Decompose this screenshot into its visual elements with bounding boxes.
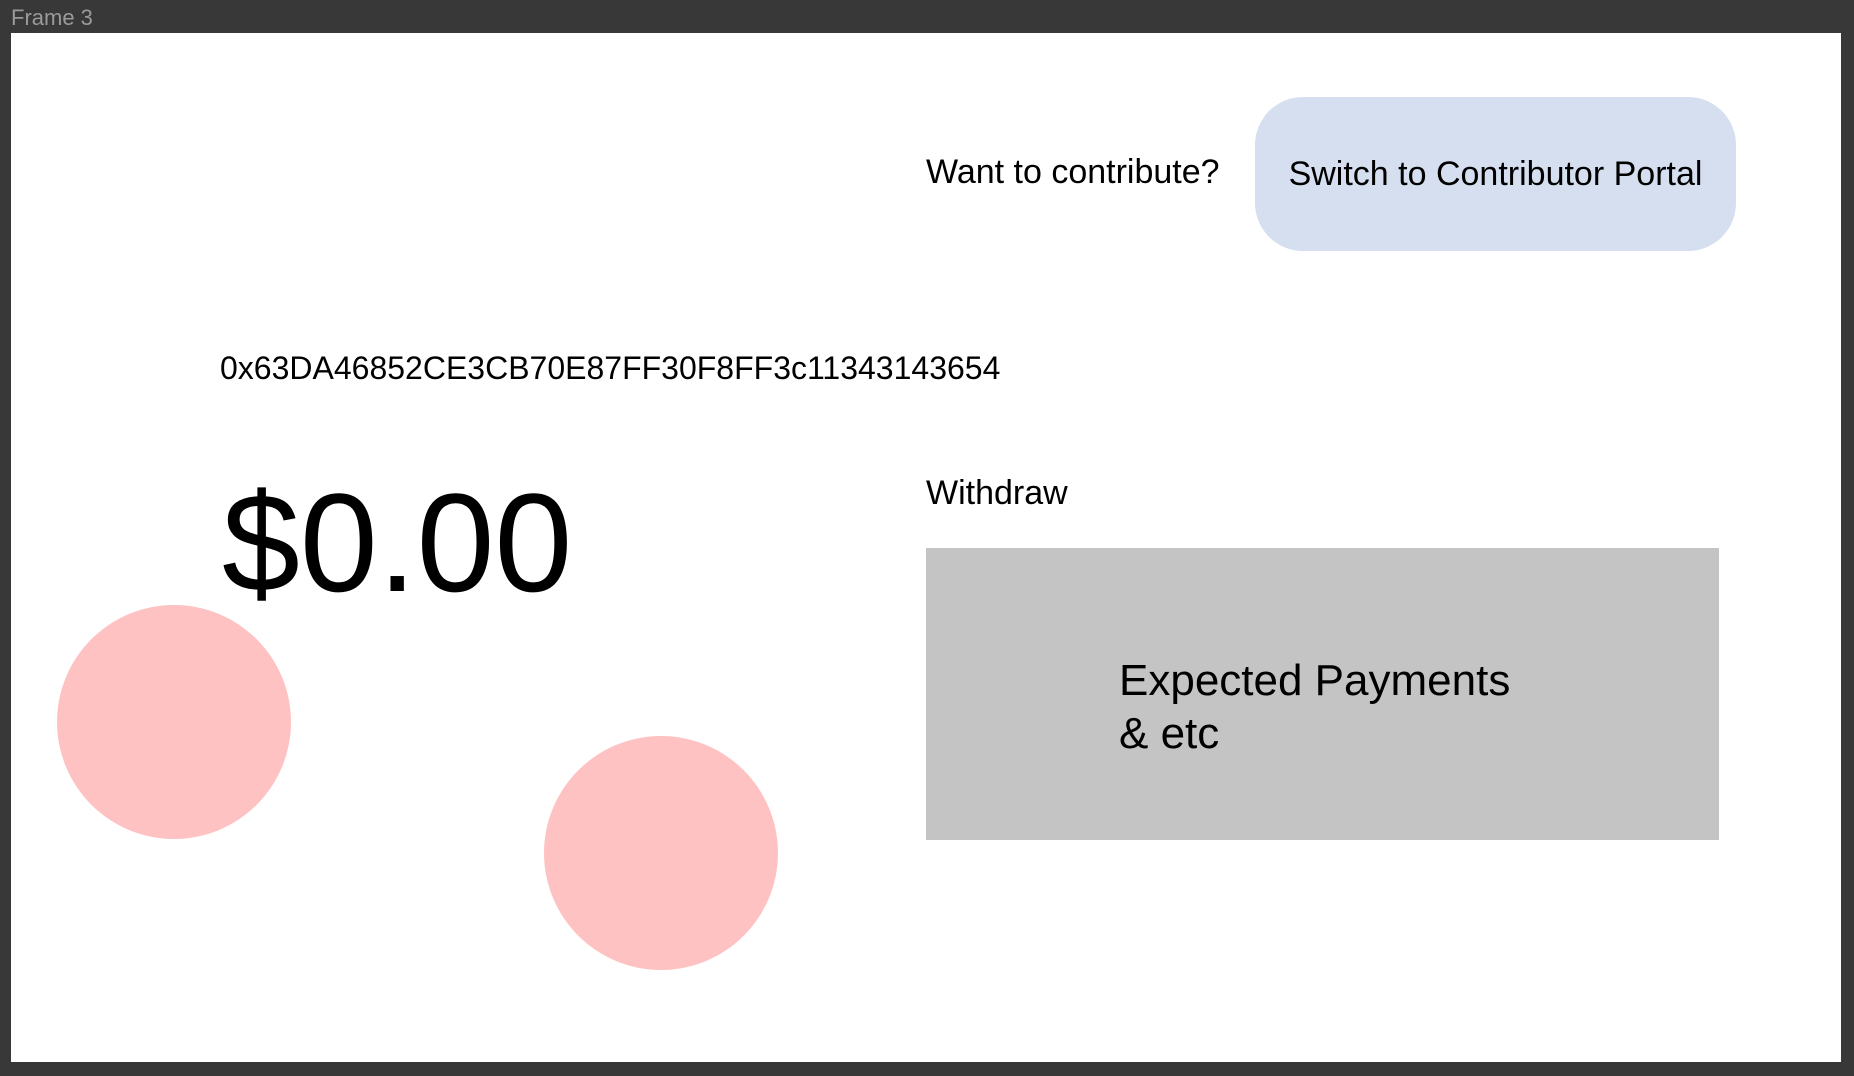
- switch-to-contributor-portal-button[interactable]: Switch to Contributor Portal: [1255, 97, 1736, 251]
- expected-payments-text: Expected Payments & etc: [1119, 656, 1511, 758]
- balance-amount: $0.00: [222, 464, 573, 621]
- frame-canvas: Want to contribute? Switch to Contributo…: [11, 33, 1841, 1062]
- decorative-circle: [544, 736, 778, 970]
- contribute-prompt: Want to contribute?: [926, 153, 1220, 191]
- frame-label: Frame 3: [11, 5, 93, 30]
- switch-button-label: Switch to Contributor Portal: [1288, 154, 1703, 193]
- decorative-circle: [57, 605, 291, 839]
- withdraw-link[interactable]: Withdraw: [926, 474, 1068, 513]
- expected-payments-panel: Expected Payments & etc: [926, 548, 1719, 840]
- wallet-address: 0x63DA46852CE3CB70E87FF30F8FF3c113431436…: [220, 350, 1001, 386]
